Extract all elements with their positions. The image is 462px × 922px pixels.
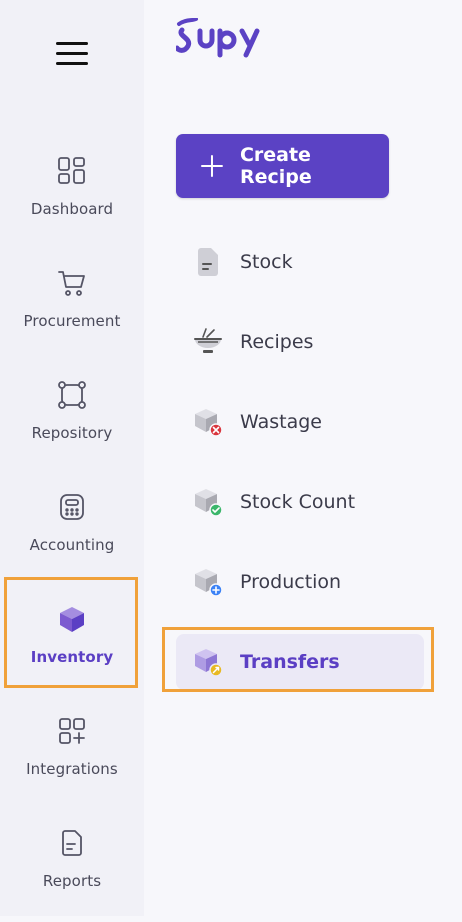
cart-icon: [58, 271, 85, 296]
rail-label: Procurement: [23, 312, 121, 330]
plus-icon: [200, 155, 223, 177]
create-recipe-label: Create Recipe: [239, 144, 312, 188]
calculator-icon: [60, 494, 84, 520]
submenu-label: Recipes: [240, 331, 314, 353]
cube-icon: [60, 607, 84, 632]
integrations-icon: [59, 718, 85, 744]
rail-item-repository[interactable]: Repository: [0, 370, 144, 474]
submenu-label: Stock Count: [240, 491, 356, 513]
rail-label: Repository: [31, 424, 113, 442]
repository-icon: [58, 381, 86, 409]
submenu-item-production[interactable]: Production: [176, 554, 424, 610]
submenu-label: Stock: [240, 251, 293, 273]
dashboard-icon: [58, 157, 85, 184]
submenu-item-recipes[interactable]: Recipes: [176, 314, 424, 370]
box-plus-icon: [195, 569, 223, 597]
submenu-item-stock-count[interactable]: Stock Count: [176, 474, 424, 530]
supy-logo: [176, 18, 260, 58]
side-rail: Dashboard Procurement Repository Account…: [0, 0, 144, 916]
rail-label: Reports: [42, 872, 102, 890]
rail-item-inventory[interactable]: Inventory: [0, 594, 144, 698]
submenu-label: Transfers: [240, 651, 340, 673]
rail-item-reports[interactable]: Reports: [0, 818, 144, 922]
box-transfer-icon: [195, 649, 223, 677]
rail-label: Inventory: [30, 648, 114, 666]
menu-icon[interactable]: [56, 42, 88, 66]
submenu-label: Production: [240, 571, 342, 593]
rail-label: Dashboard: [30, 200, 114, 218]
rail-item-procurement[interactable]: Procurement: [0, 258, 144, 362]
box-check-icon: [195, 489, 223, 517]
box-wastage-icon: [195, 409, 223, 437]
submenu-label: Wastage: [240, 411, 322, 433]
rail-item-accounting[interactable]: Accounting: [0, 482, 144, 586]
rail-item-dashboard[interactable]: Dashboard: [0, 146, 144, 250]
submenu-item-transfers[interactable]: Transfers: [176, 634, 424, 690]
create-recipe-button[interactable]: Create Recipe: [176, 134, 389, 198]
submenu-item-wastage[interactable]: Wastage: [176, 394, 424, 450]
rail-item-integrations[interactable]: Integrations: [0, 706, 144, 810]
bowl-icon: [194, 328, 222, 353]
reports-icon: [62, 830, 82, 856]
stock-document-icon: [198, 248, 218, 276]
rail-label: Accounting: [29, 536, 115, 554]
submenu-item-stock[interactable]: Stock: [176, 234, 424, 290]
rail-label: Integrations: [26, 760, 118, 778]
